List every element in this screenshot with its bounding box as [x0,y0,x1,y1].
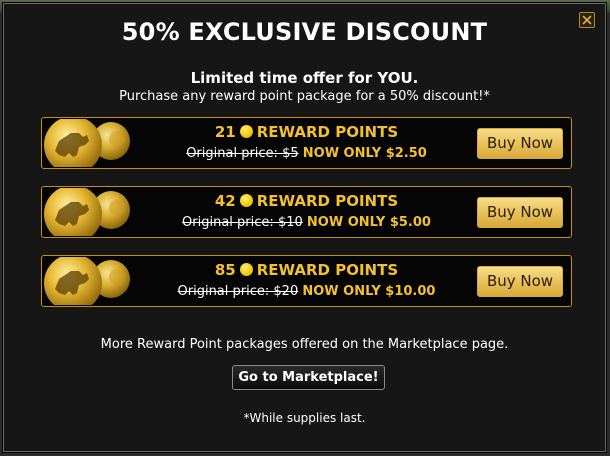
original-price: Original price: $5 [186,146,298,161]
package-price: Original price: $5 NOW ONLY $2.50 [142,145,471,163]
package-points: 85 REWARD POINTS [142,260,471,280]
dialog-subtitle: Limited time offer for YOU. [190,69,419,87]
package-points: 42 REWARD POINTS [142,191,471,211]
coin-dog-icon [43,119,133,167]
coin-icon [239,263,253,276]
buy-now-button[interactable]: Buy Now [477,266,563,297]
coin-dog-icon [43,257,133,305]
original-price-label: Original price: [182,215,274,230]
points-label: REWARD POINTS [256,192,399,210]
package-info: 21 REWARD POINTS Original price: $5 NOW O… [142,122,471,163]
coin-icon [239,194,253,207]
original-price-value: $20 [273,284,299,299]
buy-now-button[interactable]: Buy Now [477,197,563,228]
dialog-title: 50% EXCLUSIVE DISCOUNT [121,18,488,46]
discount-price: NOW ONLY $5.00 [306,215,431,230]
package-row: 85 REWARD POINTS Original price: $20 NOW … [41,255,572,307]
points-value: 21 [214,123,236,141]
buy-now-button[interactable]: Buy Now [477,128,563,159]
coin-icon [239,125,253,138]
points-value: 42 [214,192,236,210]
discount-dialog: 50% EXCLUSIVE DISCOUNT Limited time offe… [3,3,606,452]
package-info: 85 REWARD POINTS Original price: $20 NOW … [142,260,471,301]
original-price-value: $5 [282,146,299,161]
points-label: REWARD POINTS [256,261,399,279]
package-row: 21 REWARD POINTS Original price: $5 NOW O… [41,117,572,169]
coin-dog-icon [43,188,133,236]
original-price-label: Original price: [177,284,270,299]
points-value: 85 [214,261,236,279]
original-price: Original price: $10 [182,215,303,230]
package-row: 42 REWARD POINTS Original price: $10 NOW … [41,186,572,238]
package-info: 42 REWARD POINTS Original price: $10 NOW … [142,191,471,232]
original-price-label: Original price: [186,146,278,161]
go-to-marketplace-button[interactable]: Go to Marketplace! [232,365,385,390]
original-price-value: $10 [277,215,303,230]
package-points: 21 REWARD POINTS [142,122,471,142]
package-price: Original price: $20 NOW ONLY $10.00 [142,283,471,301]
supplies-note: *While supplies last. [243,411,366,425]
marketplace-info-text: More Reward Point packages offered on th… [100,337,509,352]
discount-price: NOW ONLY $2.50 [302,146,427,161]
points-label: REWARD POINTS [256,123,399,141]
dialog-subtext: Purchase any reward point package for a … [119,89,490,104]
package-price: Original price: $10 NOW ONLY $5.00 [142,214,471,232]
original-price: Original price: $20 [178,284,299,299]
discount-price: NOW ONLY $10.00 [302,284,436,299]
